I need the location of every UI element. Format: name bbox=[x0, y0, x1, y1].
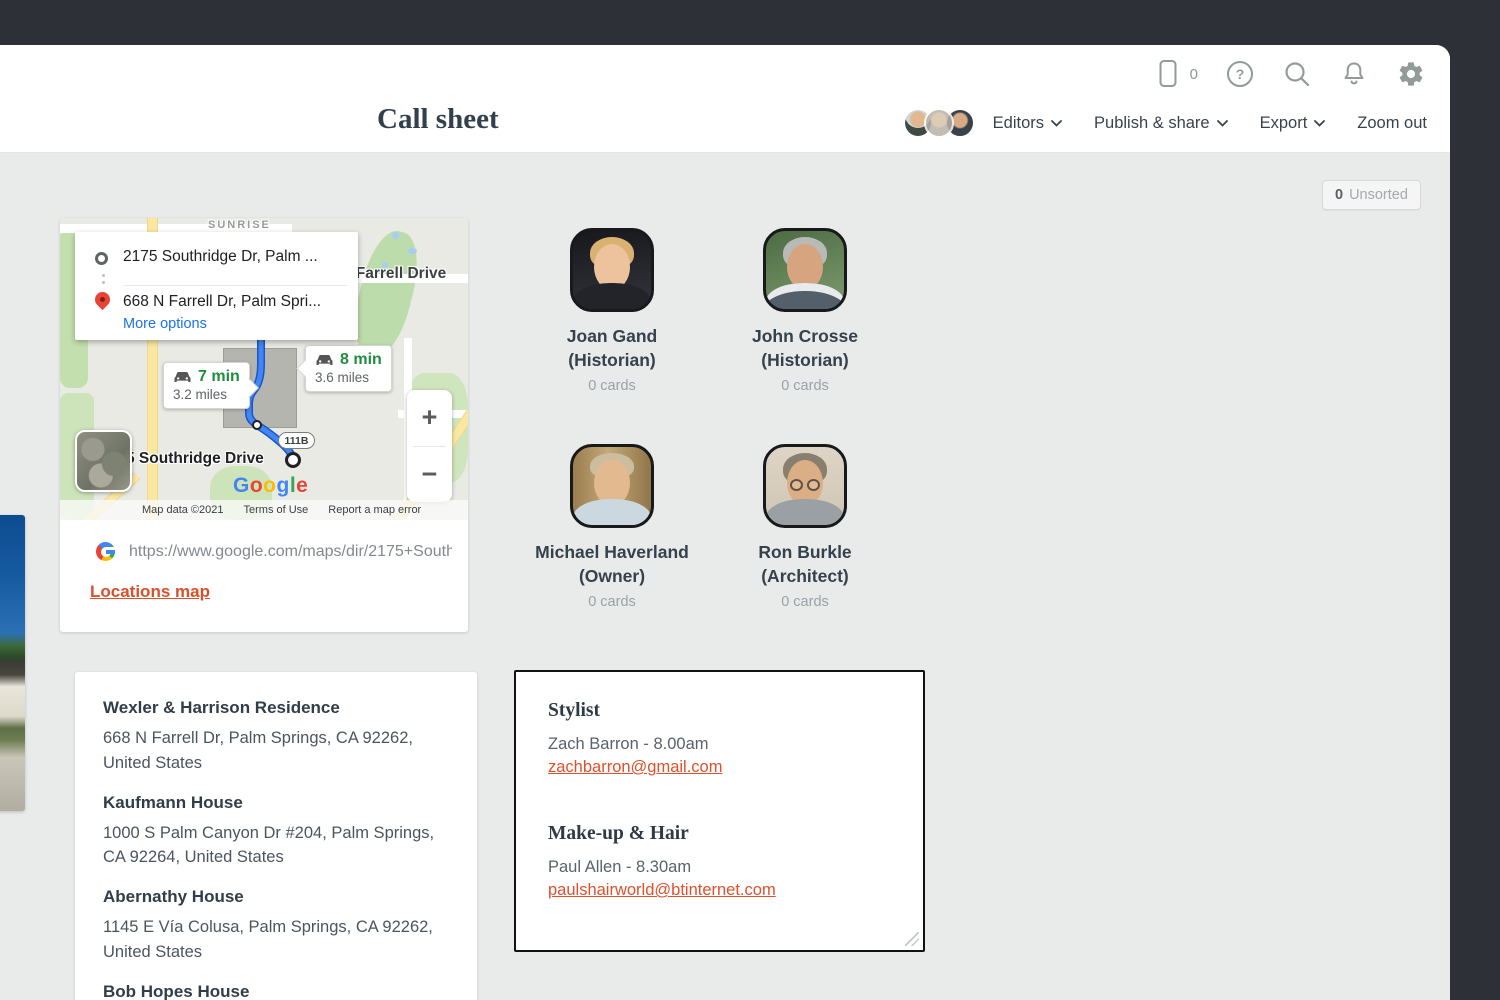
help-icon[interactable]: ? bbox=[1225, 59, 1255, 89]
notifications-bell-icon[interactable] bbox=[1339, 59, 1369, 89]
route-time: 8 min bbox=[340, 351, 382, 369]
person-photo[interactable] bbox=[570, 228, 654, 312]
unsorted-count: 0 bbox=[1335, 187, 1343, 203]
person-card-michael-haverland[interactable]: Michael Haverland(Owner) 0 cards bbox=[512, 444, 712, 610]
person-name: Joan Gand(Historian) bbox=[512, 325, 712, 372]
resize-handle[interactable] bbox=[905, 932, 919, 946]
person-card-ron-burkle[interactable]: Ron Burkle(Architect) 0 cards bbox=[705, 444, 905, 610]
route-distance: 3.2 miles bbox=[173, 387, 240, 402]
google-logo: Google bbox=[233, 474, 308, 498]
person-photo[interactable] bbox=[763, 444, 847, 528]
page-title: Call sheet bbox=[377, 103, 499, 136]
unsorted-badge[interactable]: 0 Unsorted bbox=[1322, 180, 1421, 210]
location-title: Kaufmann House bbox=[103, 793, 449, 813]
editor-avatars[interactable] bbox=[903, 108, 975, 138]
car-icon bbox=[173, 371, 192, 384]
person-card-joan-gand[interactable]: Joan Gand(Historian) 0 cards bbox=[512, 228, 712, 394]
schedule-heading: Make-up & Hair bbox=[548, 823, 891, 845]
map-label-sunrise: SUNRISE bbox=[208, 219, 271, 231]
settings-gear-icon[interactable] bbox=[1396, 59, 1426, 89]
person-name: John Crosse(Historian) bbox=[705, 325, 905, 372]
schedule-section: Stylist Zach Barron - 8.00am zachbarron@… bbox=[548, 700, 891, 777]
destination-pin-icon bbox=[92, 289, 113, 310]
chevron-down-icon bbox=[1314, 120, 1325, 127]
board-canvas[interactable]: 0 Unsorted bbox=[0, 153, 1450, 1000]
person-card-john-crosse[interactable]: John Crosse(Historian) 0 cards bbox=[705, 228, 905, 394]
person-name: Ron Burkle(Architect) bbox=[705, 541, 905, 588]
route-dots bbox=[102, 274, 105, 277]
device-count: 0 bbox=[1190, 66, 1198, 83]
route-option-7min[interactable]: 7 min 3.2 miles bbox=[163, 362, 250, 409]
terms-of-use-link[interactable]: Terms of Use bbox=[244, 504, 309, 516]
editors-menu[interactable]: Editors bbox=[993, 114, 1062, 133]
location-title: Wexler & Harrison Residence bbox=[103, 698, 449, 718]
directions-panel: 2175 Southridge Dr, Palm ... 668 N Farre… bbox=[75, 232, 358, 340]
schedule-person: Zach Barron - 8.00am bbox=[548, 735, 891, 754]
map-zoom-out-button[interactable]: − bbox=[407, 447, 452, 503]
svg-text:?: ? bbox=[1236, 66, 1245, 82]
route-option-8min[interactable]: 8 min 3.6 miles bbox=[305, 345, 392, 392]
map-label-southridge: 5 Southridge Drive bbox=[126, 450, 264, 468]
report-map-error-link[interactable]: Report a map error bbox=[328, 504, 421, 516]
person-card-count: 0 cards bbox=[705, 594, 905, 610]
location-address: 668 N Farrell Dr, Palm Springs, CA 92262… bbox=[103, 726, 449, 776]
schedule-email-link[interactable]: paulshairworld@btinternet.com bbox=[548, 881, 776, 900]
schedule-section: Make-up & Hair Paul Allen - 8.30am pauls… bbox=[548, 823, 891, 900]
google-favicon bbox=[96, 542, 115, 561]
avatar[interactable] bbox=[924, 108, 954, 138]
locations-map-link[interactable]: Locations map bbox=[90, 582, 210, 602]
location-title: Abernathy House bbox=[103, 887, 449, 907]
map-url: https://www.google.com/maps/dir/2175+Sou… bbox=[129, 543, 452, 561]
unsorted-label: Unsorted bbox=[1349, 187, 1408, 203]
route-time: 7 min bbox=[198, 368, 240, 386]
chevron-down-icon bbox=[1217, 120, 1228, 127]
more-options-link[interactable]: More options bbox=[123, 316, 207, 332]
map-card-footer: https://www.google.com/maps/dir/2175+Sou… bbox=[60, 520, 468, 632]
directions-origin: 2175 Southridge Dr, Palm ... bbox=[123, 248, 351, 266]
divider bbox=[123, 285, 348, 286]
location-address: 1145 E Vía Colusa, Palm Springs, CA 9226… bbox=[103, 915, 449, 965]
top-icon-row: 0 ? bbox=[1153, 59, 1426, 89]
chevron-down-icon bbox=[1051, 120, 1062, 127]
board-header: Call sheet 0 ? bbox=[0, 45, 1450, 153]
schedule-person: Paul Allen - 8.30am bbox=[548, 858, 891, 877]
header-nav: Editors Publish & share Export Zoom out bbox=[903, 108, 1427, 138]
person-photo[interactable] bbox=[570, 444, 654, 528]
person-card-count: 0 cards bbox=[512, 594, 712, 610]
origin-marker-icon bbox=[95, 252, 108, 265]
search-icon[interactable] bbox=[1282, 59, 1312, 89]
schedule-card-selected[interactable]: Stylist Zach Barron - 8.00am zachbarron@… bbox=[514, 670, 925, 952]
route-shield-111b: 111B bbox=[278, 432, 315, 449]
mobile-device-icon[interactable] bbox=[1153, 59, 1183, 89]
map-data-label: Map data ©2021 bbox=[142, 504, 224, 516]
board-window: Call sheet 0 ? bbox=[0, 45, 1450, 1000]
schedule-email-link[interactable]: zachbarron@gmail.com bbox=[548, 758, 722, 777]
person-card-count: 0 cards bbox=[512, 378, 712, 394]
directions-destination: 668 N Farrell Dr, Palm Spri... bbox=[123, 293, 351, 311]
location-address: 1000 S Palm Canyon Dr #204, Palm Springs… bbox=[103, 821, 449, 871]
map-attribution: Map data ©2021 Terms of Use Report a map… bbox=[60, 500, 468, 520]
image-card-house-photo[interactable] bbox=[0, 515, 25, 811]
locations-map-card[interactable]: SUNRISE n Farrell Drive 5 Southridge Dri… bbox=[60, 218, 468, 632]
map-url-row: https://www.google.com/maps/dir/2175+Sou… bbox=[96, 542, 452, 561]
car-icon bbox=[315, 354, 334, 367]
map-zoom-control: + − bbox=[407, 390, 452, 502]
satellite-inset-thumbnail[interactable] bbox=[75, 430, 132, 492]
zoom-out-button[interactable]: Zoom out bbox=[1357, 114, 1427, 133]
map-zoom-in-button[interactable]: + bbox=[407, 390, 452, 446]
person-card-count: 0 cards bbox=[705, 378, 905, 394]
locations-list-card[interactable]: Wexler & Harrison Residence 668 N Farrel… bbox=[75, 672, 477, 1000]
location-title: Bob Hopes House bbox=[103, 982, 449, 1000]
publish-share-menu[interactable]: Publish & share bbox=[1094, 114, 1228, 133]
person-name: Michael Haverland(Owner) bbox=[512, 541, 712, 588]
schedule-heading: Stylist bbox=[548, 700, 891, 722]
google-map[interactable]: SUNRISE n Farrell Drive 5 Southridge Dri… bbox=[60, 218, 468, 520]
export-menu[interactable]: Export bbox=[1260, 114, 1326, 133]
route-distance: 3.6 miles bbox=[315, 370, 382, 385]
person-photo[interactable] bbox=[763, 228, 847, 312]
